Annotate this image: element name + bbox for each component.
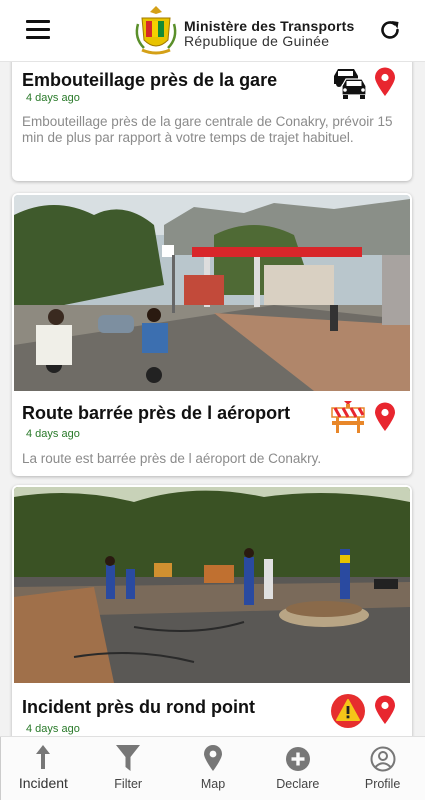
- nav-declare[interactable]: Declare: [255, 737, 340, 800]
- nav-filter[interactable]: Filter: [86, 737, 171, 800]
- incident-title: Incident près du rond point: [22, 697, 255, 717]
- country-name: République de Guinée: [184, 33, 330, 49]
- traffic-jam-icon: [334, 69, 367, 99]
- nav-label: Map: [200, 777, 226, 791]
- user-profile-icon: [370, 746, 396, 772]
- incident-description: La route est barrée près de l aéroport d…: [22, 451, 322, 466]
- nav-label: Declare: [276, 777, 320, 791]
- incident-photo: [14, 195, 410, 391]
- guinea-coat-of-arms-icon: [135, 6, 177, 55]
- plus-circle-icon: [285, 747, 310, 771]
- incident-feed[interactable]: Embouteillage près de la gare 4 days ago…: [0, 62, 425, 736]
- incident-description: Embouteillage près de la gare centrale d…: [22, 114, 393, 145]
- incident-card[interactable]: Incident près du rond point 4 days ago: [12, 485, 412, 736]
- location-pin-icon[interactable]: [374, 402, 396, 432]
- incident-photo: [14, 487, 410, 683]
- location-pin-icon[interactable]: [374, 67, 396, 97]
- incident-time: 4 days ago: [26, 92, 80, 104]
- location-pin-icon[interactable]: [374, 695, 396, 725]
- refresh-icon[interactable]: [378, 18, 402, 42]
- incident-title: Route barrée près de l aéroport: [22, 403, 291, 423]
- nav-profile[interactable]: Profile: [340, 737, 425, 800]
- ministry-name: Ministère des Transports: [184, 18, 355, 34]
- nav-map[interactable]: Map: [171, 737, 256, 800]
- bottom-navigation: Incident Filter Map Declare Profile: [0, 736, 425, 800]
- road-barrier-icon: [331, 401, 365, 433]
- ministry-title: Ministère des Transports République de G…: [184, 19, 355, 49]
- app-header: Ministère des Transports République de G…: [0, 0, 425, 62]
- nav-incident[interactable]: Incident: [0, 737, 86, 800]
- map-pin-icon: [203, 745, 222, 771]
- incident-card[interactable]: Route barrée près de l aéroport 4 days a…: [12, 193, 412, 476]
- warning-icon: [331, 694, 365, 728]
- nav-label: Filter: [114, 777, 143, 791]
- arrow-up-icon: [36, 745, 51, 769]
- hamburger-menu-icon[interactable]: [26, 20, 50, 40]
- incident-time: 4 days ago: [26, 723, 80, 735]
- incident-title: Embouteillage près de la gare: [22, 70, 278, 90]
- nav-label: Incident: [18, 775, 68, 791]
- incident-time: 4 days ago: [26, 428, 80, 440]
- filter-icon: [116, 745, 141, 771]
- incident-card[interactable]: Embouteillage près de la gare 4 days ago…: [12, 62, 412, 181]
- nav-label: Profile: [364, 777, 401, 791]
